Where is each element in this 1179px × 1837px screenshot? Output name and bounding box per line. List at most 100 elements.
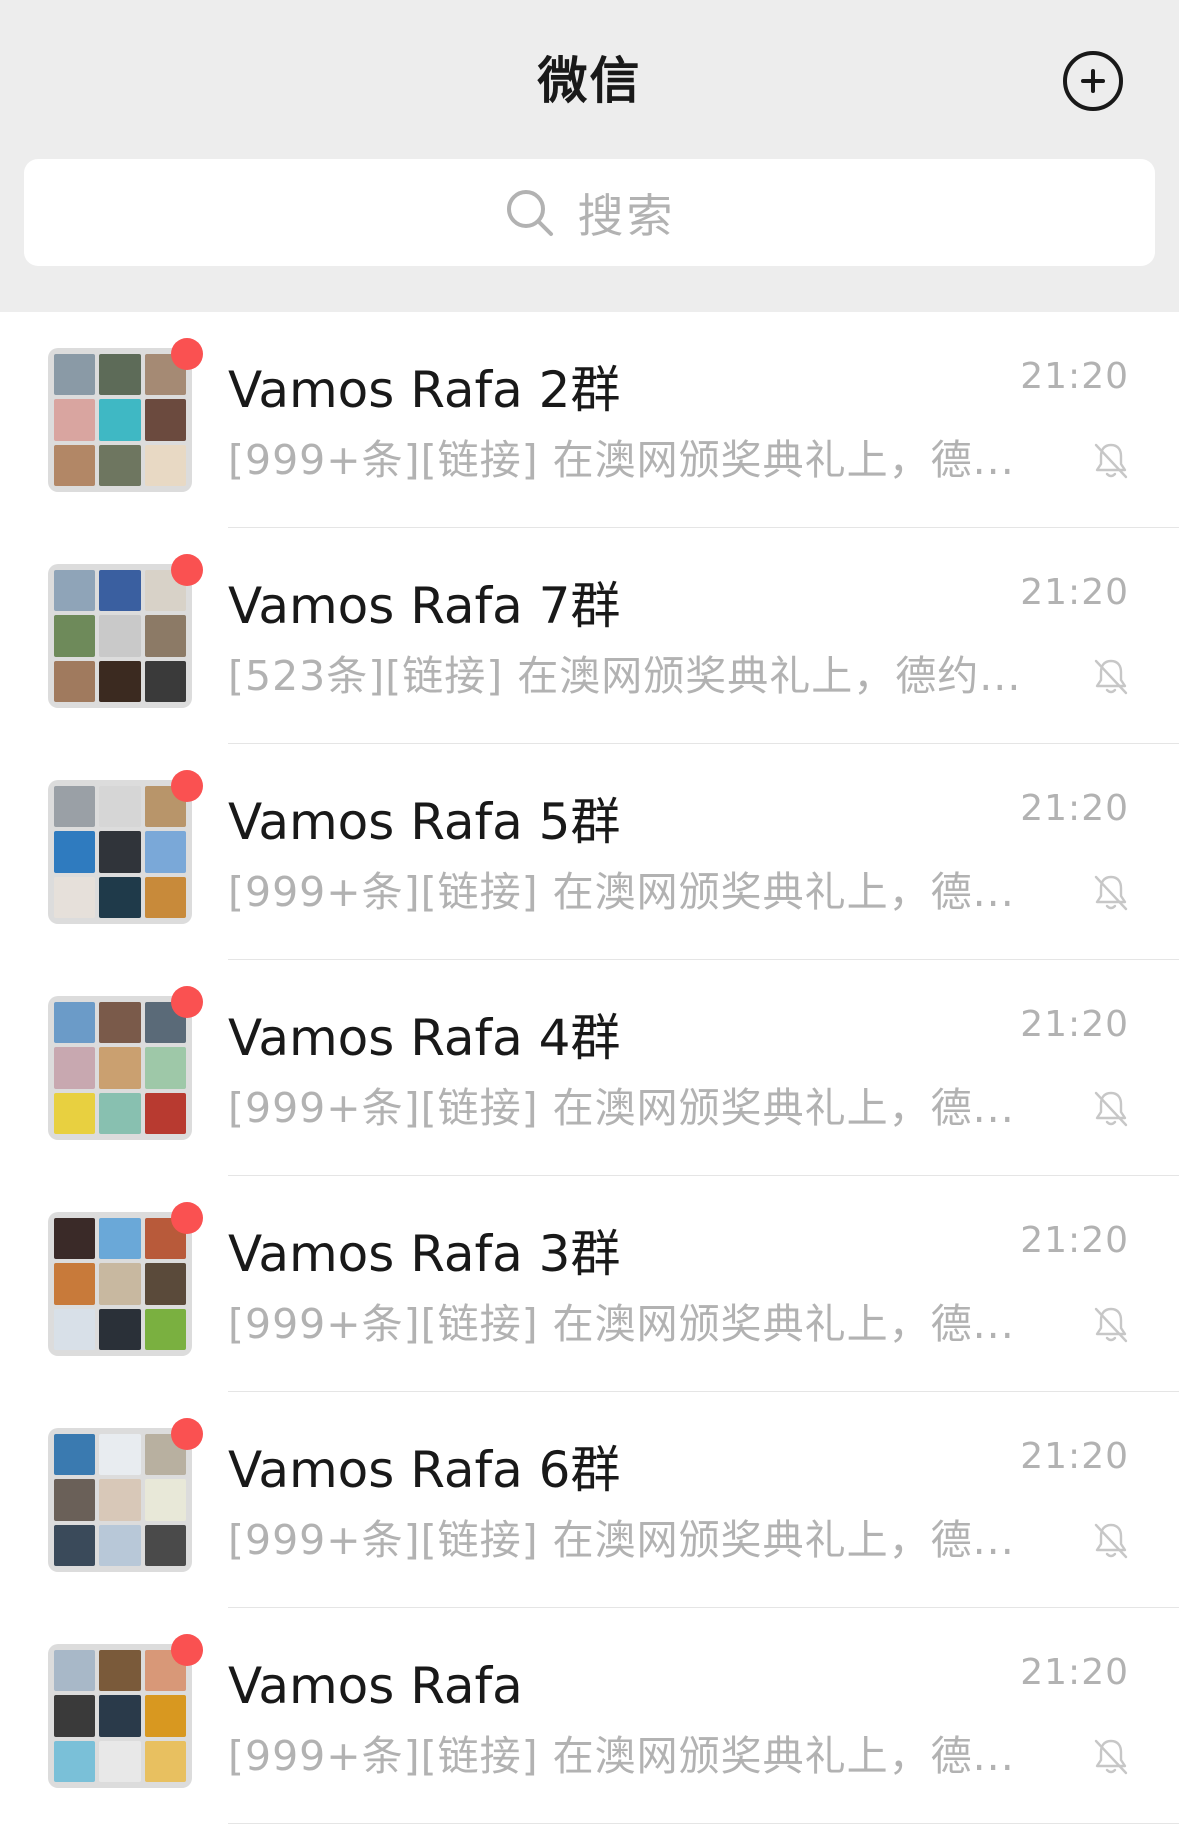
muted-bell-icon [1094, 1739, 1128, 1775]
chat-name: Vamos Rafa 4群 [228, 1009, 621, 1067]
avatar-tile [99, 1092, 141, 1134]
chat-last-message: [999+条][链接] 在澳网颁奖典礼上，德... [228, 1084, 1015, 1132]
avatar-tile [54, 1434, 96, 1476]
chat-name: Vamos Rafa 5群 [228, 793, 621, 851]
group-avatar[interactable] [48, 1212, 192, 1356]
avatar-tile [99, 1434, 141, 1476]
chat-list-item[interactable]: Vamos Rafa 4群 21:20 [999+条][链接] 在澳网颁奖典礼上，德… [0, 960, 1179, 1176]
unread-dot-badge [171, 1202, 203, 1234]
avatar-tile [54, 1263, 96, 1305]
avatar-tile [54, 660, 96, 702]
avatar-tile [99, 660, 141, 702]
plus-circle-icon[interactable] [1063, 51, 1123, 111]
chat-list-item[interactable]: Vamos Rafa 7群 21:20 [523条][链接] 在澳网颁奖典礼上，德约… [0, 528, 1179, 744]
avatar-tile [54, 399, 96, 441]
avatar-tile [99, 1002, 141, 1044]
group-avatar[interactable] [48, 564, 192, 708]
avatar-tile [54, 444, 96, 486]
avatar-tile [144, 615, 186, 657]
chat-last-message: [999+条][链接] 在澳网颁奖典礼上，德... [228, 1732, 1015, 1780]
avatar-tile [144, 831, 186, 873]
search-input[interactable]: 搜索 [24, 159, 1155, 266]
unread-dot-badge [171, 338, 203, 370]
top-bar: 微信 搜索 [0, 0, 1179, 312]
chat-timestamp: 21:20 [1020, 1004, 1129, 1045]
chat-timestamp: 21:20 [1020, 1652, 1129, 1693]
avatar-tile [54, 1308, 96, 1350]
avatar-tile [99, 786, 141, 828]
chat-name: Vamos Rafa 2群 [228, 361, 621, 419]
chat-timestamp: 21:20 [1020, 356, 1129, 397]
muted-bell-icon [1094, 1091, 1128, 1127]
avatar-tile [144, 1092, 186, 1134]
muted-bell-icon [1094, 1523, 1128, 1559]
avatar-tile [144, 1263, 186, 1305]
avatar-tile [144, 1695, 186, 1737]
muted-bell-icon [1094, 875, 1128, 911]
row-divider [228, 1823, 1179, 1824]
avatar-tile [54, 876, 96, 918]
avatar-tile [99, 399, 141, 441]
avatar-tile [144, 399, 186, 441]
group-avatar[interactable] [48, 1644, 192, 1788]
unread-dot-badge [171, 1634, 203, 1666]
chat-list-item[interactable]: Vamos Rafa 6群 21:20 [999+条][链接] 在澳网颁奖典礼上，德… [0, 1392, 1179, 1608]
avatar-tile [144, 1047, 186, 1089]
chat-last-message: [999+条][链接] 在澳网颁奖典礼上，德... [228, 868, 1015, 916]
chat-list-item[interactable]: Vamos Rafa 5群 21:20 [999+条][链接] 在澳网颁奖典礼上，德… [0, 744, 1179, 960]
avatar-tile [144, 1524, 186, 1566]
avatar-tile [54, 570, 96, 612]
avatar-tile [99, 1650, 141, 1692]
chat-last-message: [999+条][链接] 在澳网颁奖典礼上，德... [228, 436, 1015, 484]
chat-timestamp: 21:20 [1020, 572, 1129, 613]
group-avatar[interactable] [48, 1428, 192, 1572]
avatar-tile [144, 1308, 186, 1350]
group-avatar[interactable] [48, 780, 192, 924]
avatar-tile [99, 1524, 141, 1566]
chat-last-message: [999+条][链接] 在澳网颁奖典礼上，德... [228, 1516, 1015, 1564]
avatar-tile [144, 1740, 186, 1782]
avatar-tile [54, 1740, 96, 1782]
avatar-tile [99, 1047, 141, 1089]
muted-bell-icon [1094, 1307, 1128, 1343]
chat-list: Vamos Rafa 2群 21:20 [999+条][链接] 在澳网颁奖典礼上，德… [0, 312, 1179, 1824]
chat-last-message: [999+条][链接] 在澳网颁奖典礼上，德... [228, 1300, 1015, 1348]
avatar-tile [54, 1092, 96, 1134]
chat-name: Vamos Rafa 6群 [228, 1441, 621, 1499]
unread-dot-badge [171, 554, 203, 586]
chat-name: Vamos Rafa 3群 [228, 1225, 621, 1283]
avatar-tile [54, 1047, 96, 1089]
chat-name: Vamos Rafa [228, 1657, 523, 1715]
avatar-tile [99, 1263, 141, 1305]
chat-name: Vamos Rafa 7群 [228, 577, 621, 635]
search-placeholder: 搜索 [577, 188, 676, 243]
avatar-tile [99, 1218, 141, 1260]
search-content: 搜索 [24, 159, 1155, 266]
avatar-tile [144, 660, 186, 702]
avatar-tile [144, 876, 186, 918]
avatar-tile [54, 1695, 96, 1737]
unread-dot-badge [171, 1418, 203, 1450]
chat-last-message: [523条][链接] 在澳网颁奖典礼上，德约... [228, 652, 1022, 700]
chat-timestamp: 21:20 [1020, 788, 1129, 829]
chat-list-item[interactable]: Vamos Rafa 3群 21:20 [999+条][链接] 在澳网颁奖典礼上，德… [0, 1176, 1179, 1392]
avatar-tile [99, 615, 141, 657]
unread-dot-badge [171, 770, 203, 802]
group-avatar[interactable] [48, 348, 192, 492]
avatar-tile [54, 1218, 96, 1260]
chat-list-item[interactable]: Vamos Rafa 21:20 [999+条][链接] 在澳网颁奖典礼上，德... [0, 1608, 1179, 1824]
avatar-tile [54, 831, 96, 873]
avatar-tile [54, 1524, 96, 1566]
chat-list-item[interactable]: Vamos Rafa 2群 21:20 [999+条][链接] 在澳网颁奖典礼上，德… [0, 312, 1179, 528]
avatar-tile [99, 1479, 141, 1521]
page-title: 微信 [537, 52, 642, 110]
avatar-tile [54, 1479, 96, 1521]
search-icon [506, 189, 553, 236]
avatar-tile [144, 1479, 186, 1521]
avatar-tile [99, 570, 141, 612]
avatar-tile [54, 1002, 96, 1044]
avatar-tile [54, 786, 96, 828]
muted-bell-icon [1094, 659, 1128, 695]
muted-bell-icon [1094, 443, 1128, 479]
group-avatar[interactable] [48, 996, 192, 1140]
